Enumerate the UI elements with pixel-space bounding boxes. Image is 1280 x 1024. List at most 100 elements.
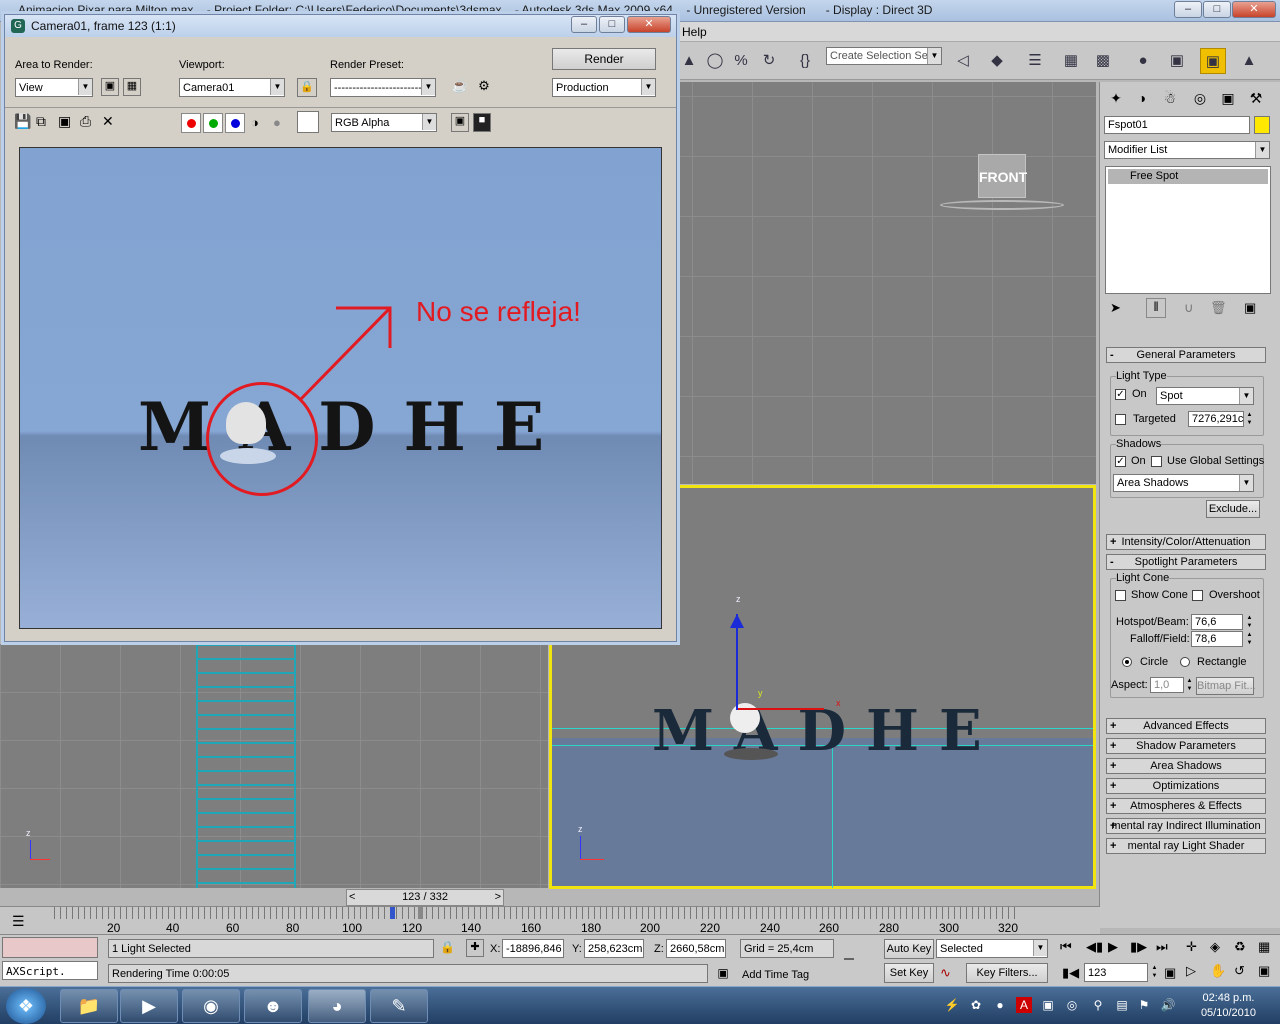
default-in-out-icon[interactable]: ∿	[940, 965, 951, 981]
green-channel-toggle[interactable]	[203, 113, 223, 133]
key-marker[interactable]	[390, 907, 395, 919]
display-tab-icon[interactable]: ▣	[1216, 86, 1240, 110]
toggle-ui-icon[interactable]: ■	[473, 113, 491, 132]
key-selection-dropdown[interactable]: Selected ▼	[936, 939, 1048, 958]
edit-region-icon[interactable]: ▣	[101, 78, 119, 96]
exclude-button[interactable]: Exclude...	[1206, 500, 1260, 518]
fov-icon[interactable]: ▷	[1186, 963, 1196, 979]
show-cone-checkbox[interactable]	[1115, 590, 1126, 601]
tray-icon[interactable]: ▣	[1040, 997, 1056, 1013]
bitmap-fit-button[interactable]: Bitmap Fit...	[1196, 677, 1256, 695]
named-selection-icon[interactable]: {}	[792, 48, 818, 74]
object-name-field[interactable]: Fspot01	[1104, 116, 1250, 134]
menu-help[interactable]: Help	[682, 25, 707, 39]
blue-channel-toggle[interactable]	[225, 113, 245, 133]
pin-stack-icon[interactable]: ➤	[1110, 300, 1121, 316]
z-coordinate-field[interactable]: 2660,58cm	[666, 939, 726, 958]
quick-render-icon[interactable]: ▲	[1236, 48, 1262, 74]
make-unique-icon[interactable]: ∪	[1184, 300, 1194, 316]
render-window-maximize[interactable]: □	[599, 16, 625, 33]
play-icon[interactable]: ▶	[1108, 939, 1118, 955]
render-button[interactable]: Render	[552, 48, 656, 70]
area-to-render-dropdown[interactable]: View ▼	[15, 78, 93, 97]
environment-icon[interactable]: ⚙	[475, 78, 493, 97]
rendered-frame-icon[interactable]: ▣	[1200, 48, 1226, 74]
auto-key-button[interactable]: Auto Key	[884, 939, 934, 959]
3dsmax-taskbar-icon[interactable]: ◕	[308, 989, 366, 1023]
volume-tray-icon[interactable]: 🔊	[1160, 997, 1176, 1013]
gizmo-z-axis[interactable]	[736, 614, 738, 710]
maxscript-listener-pink[interactable]	[2, 937, 98, 958]
layer-manager-icon[interactable]: ☰	[1022, 48, 1048, 74]
network-tray-icon[interactable]: ▤	[1114, 997, 1130, 1013]
remove-modifier-icon[interactable]: 🗑	[1210, 300, 1227, 316]
render-setup-icon[interactable]: ☕	[451, 78, 469, 97]
mirror-icon[interactable]: ◁	[950, 48, 976, 74]
monochrome-icon[interactable]: ●	[273, 115, 281, 130]
light-type-dropdown[interactable]: Spot ▼	[1156, 387, 1254, 405]
min-max-toggle-icon[interactable]: ▣	[1258, 963, 1270, 979]
print-icon[interactable]: ⎙	[80, 113, 91, 130]
toggle-ui-overlay-icon[interactable]: ▣	[451, 113, 469, 132]
channel-dropdown[interactable]: RGB Alpha ▼	[331, 113, 437, 132]
tray-icon[interactable]: ⚡	[944, 997, 960, 1013]
system-clock[interactable]: 02:48 p.m. 05/10/2010	[1201, 991, 1256, 1021]
configure-sets-icon[interactable]: ▣	[1244, 300, 1256, 316]
lock-viewport-icon[interactable]: 🔒	[297, 78, 317, 97]
modify-tab-icon[interactable]: ◑	[1130, 86, 1154, 110]
set-key-button[interactable]: Set Key	[884, 963, 934, 983]
spinner-arrows-icon[interactable]: ▲ ▼	[1245, 614, 1254, 630]
start-button-icon[interactable]: ❖	[6, 988, 46, 1024]
curve-editor-mini-icon[interactable]: ☰	[12, 913, 25, 930]
falloff-field[interactable]: 78,6	[1191, 631, 1243, 647]
tray-icon[interactable]: ◎	[1064, 997, 1080, 1013]
curve-editor-icon[interactable]: ▦	[1058, 48, 1084, 74]
spinner-arrows-icon[interactable]: ▲ ▼	[1185, 677, 1194, 693]
key-filters-button[interactable]: Key Filters...	[966, 963, 1048, 983]
chevron-left-icon[interactable]: <	[349, 890, 355, 905]
percent-snap-icon[interactable]: %	[728, 48, 754, 74]
light-on-checkbox[interactable]: ✓	[1115, 389, 1126, 400]
align-icon[interactable]: ◆	[984, 48, 1010, 74]
messenger-taskbar-icon[interactable]: ☻	[244, 989, 302, 1023]
x-coordinate-field[interactable]: -18896,846	[502, 939, 564, 958]
selection-lock-icon[interactable]: 🔒	[440, 940, 455, 954]
key-marker[interactable]	[418, 907, 423, 919]
rollout-intensity[interactable]: + Intensity/Color/Attenuation	[1106, 534, 1266, 550]
rollout-optimizations[interactable]: + Optimizations	[1106, 778, 1266, 794]
zoom-all-icon[interactable]: ◈	[1210, 939, 1220, 955]
selection-set-dropdown[interactable]: Create Selection Set ▼	[826, 47, 942, 65]
hierarchy-tab-icon[interactable]: ☃	[1158, 86, 1182, 110]
object-color-swatch[interactable]	[1254, 116, 1270, 134]
chevron-right-icon[interactable]: >	[495, 890, 501, 905]
viewcube-front[interactable]: FRONT	[978, 154, 1027, 198]
spinner-arrows-icon[interactable]: ▲ ▼	[1245, 631, 1254, 647]
stack-item-free-spot[interactable]: Free Spot	[1108, 169, 1268, 184]
maximize-viewport-icon[interactable]: ▦	[1258, 939, 1270, 955]
pan-icon[interactable]: ✋	[1210, 963, 1226, 979]
utilities-tab-icon[interactable]: ⚒	[1244, 86, 1268, 110]
save-image-icon[interactable]: 💾	[14, 113, 31, 130]
previous-frame-icon[interactable]: ◀▮	[1086, 939, 1103, 955]
use-global-settings-checkbox[interactable]	[1151, 456, 1162, 467]
motion-tab-icon[interactable]: ◎	[1188, 86, 1212, 110]
rollout-advanced-effects[interactable]: + Advanced Effects	[1106, 718, 1266, 734]
angle-snap-icon[interactable]: ◯	[702, 48, 728, 74]
rollout-spotlight-parameters[interactable]: - Spotlight Parameters	[1106, 554, 1266, 570]
clone-window-icon[interactable]: ▣	[58, 113, 71, 130]
key-mode-icon[interactable]: ▮◀	[1062, 965, 1079, 981]
goto-end-icon[interactable]: ⏭	[1156, 939, 1168, 955]
rollout-mr-indirect[interactable]: + mental ray Indirect Illumination	[1106, 818, 1266, 834]
schematic-view-icon[interactable]: ▩	[1090, 48, 1116, 74]
goto-start-icon[interactable]: ⏮	[1060, 939, 1072, 955]
media-player-taskbar-icon[interactable]: ▶	[120, 989, 178, 1023]
modifier-list-dropdown[interactable]: Modifier List ▼	[1104, 141, 1270, 159]
hotspot-field[interactable]: 76,6	[1191, 614, 1243, 630]
zoom-icon[interactable]: ✛	[1186, 939, 1197, 955]
current-frame-field[interactable]: 123	[1084, 963, 1148, 982]
targeted-checkbox[interactable]	[1115, 414, 1126, 425]
close-button[interactable]: ✕	[1232, 1, 1276, 18]
add-time-tag[interactable]: Add Time Tag	[742, 969, 809, 981]
render-setup-icon[interactable]: ▣	[1164, 48, 1190, 74]
create-tab-icon[interactable]: ✦	[1104, 86, 1128, 110]
